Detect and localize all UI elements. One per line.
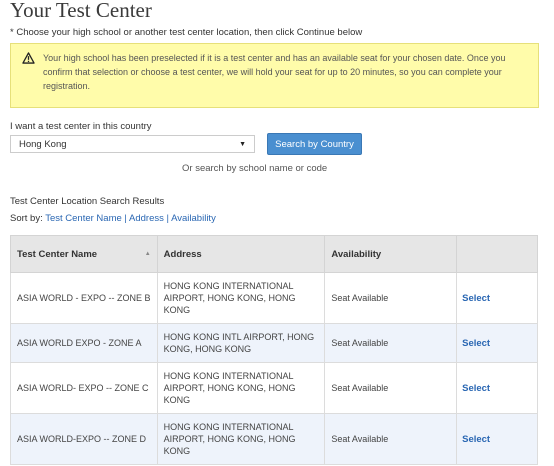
sort-row: Sort by: Test Center Name | Address | Av… bbox=[10, 213, 216, 224]
table-row: ASIA WORLD- EXPO -- ZONE C HONG KONG INT… bbox=[10, 362, 538, 414]
sort-by-name-link[interactable]: Test Center Name bbox=[45, 213, 122, 224]
sort-by-availability-link[interactable]: Availability bbox=[171, 213, 216, 224]
instruction-text: * Choose your high school or another tes… bbox=[10, 27, 363, 38]
table-row: ASIA WORLD EXPO - ZONE A HONG KONG INTL … bbox=[10, 323, 538, 363]
availability: Seat Available bbox=[324, 272, 458, 324]
results-table: Test Center Name ▲ Address Availability … bbox=[10, 235, 538, 465]
test-center-name: ASIA WORLD - EXPO -- ZONE B bbox=[10, 272, 158, 324]
alert-text: Your high school has been preselected if… bbox=[43, 53, 506, 91]
page-title: Your Test Center bbox=[10, 0, 152, 22]
select-link[interactable]: Select bbox=[462, 434, 490, 445]
column-header-address: Address bbox=[156, 235, 326, 273]
test-center-name: ASIA WORLD- EXPO -- ZONE C bbox=[10, 362, 158, 414]
select-link[interactable]: Select bbox=[462, 383, 490, 394]
column-header-availability: Availability bbox=[324, 235, 458, 273]
test-center-address: HONG KONG INTERNATIONAL AIRPORT, HONG KO… bbox=[156, 413, 326, 465]
country-label: I want a test center in this country bbox=[10, 121, 152, 132]
availability: Seat Available bbox=[324, 413, 458, 465]
search-by-country-button[interactable]: Search by Country bbox=[267, 133, 362, 155]
results-title: Test Center Location Search Results bbox=[10, 196, 165, 207]
test-center-address: HONG KONG INTERNATIONAL AIRPORT, HONG KO… bbox=[156, 362, 326, 414]
availability: Seat Available bbox=[324, 323, 458, 363]
test-center-address: HONG KONG INTL AIRPORT, HONG KONG, HONG … bbox=[156, 323, 326, 363]
column-header-action bbox=[456, 235, 538, 273]
availability: Seat Available bbox=[324, 362, 458, 414]
sort-caret-icon: ▲ bbox=[144, 250, 151, 257]
search-by-school-link[interactable]: Or search by school name or code bbox=[182, 163, 327, 174]
test-center-name: ASIA WORLD-EXPO -- ZONE D bbox=[10, 413, 158, 465]
country-select-value: Hong Kong bbox=[19, 138, 67, 150]
warning-icon bbox=[22, 52, 35, 64]
table-row: ASIA WORLD - EXPO -- ZONE B HONG KONG IN… bbox=[10, 272, 538, 324]
country-select[interactable]: Hong Kong ▼ bbox=[10, 135, 255, 153]
sort-by-address-link[interactable]: Address bbox=[129, 213, 164, 224]
sort-label: Sort by: bbox=[10, 213, 43, 224]
table-row: ASIA WORLD-EXPO -- ZONE D HONG KONG INTE… bbox=[10, 413, 538, 465]
select-link[interactable]: Select bbox=[462, 338, 490, 349]
dropdown-arrow-icon: ▼ bbox=[239, 140, 246, 148]
table-header-row: Test Center Name ▲ Address Availability bbox=[10, 235, 538, 273]
select-link[interactable]: Select bbox=[462, 293, 490, 304]
test-center-address: HONG KONG INTERNATIONAL AIRPORT, HONG KO… bbox=[156, 272, 326, 324]
test-center-name: ASIA WORLD EXPO - ZONE A bbox=[10, 323, 158, 363]
alert-box: Your high school has been preselected if… bbox=[10, 43, 539, 108]
column-header-name[interactable]: Test Center Name ▲ bbox=[10, 235, 158, 273]
